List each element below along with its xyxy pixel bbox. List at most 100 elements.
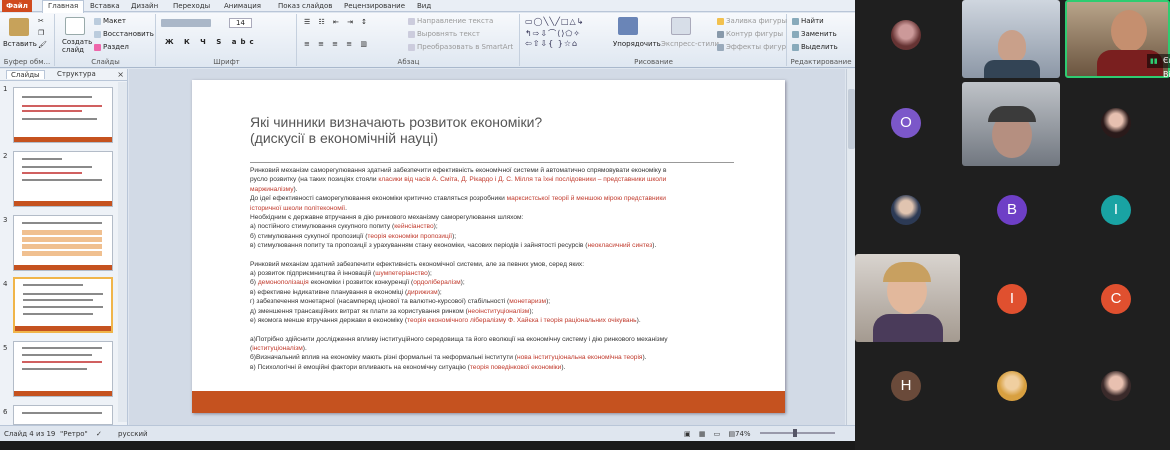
slide-thumbnail[interactable] [13, 151, 113, 207]
new-slide-icon[interactable] [65, 17, 85, 35]
participant-photo[interactable] [1101, 108, 1131, 138]
font-size-select[interactable]: 14 [229, 18, 252, 28]
participant-photo[interactable] [997, 371, 1027, 401]
reset-button[interactable]: Восстановить [94, 30, 154, 38]
participant-photo[interactable] [1101, 371, 1131, 401]
section-button[interactable]: Раздел [94, 43, 129, 51]
highlight-run: класики від часів А. Сміта, Д. Рікардо і… [378, 176, 667, 184]
replace-button[interactable]: Заменить [792, 30, 837, 38]
participant-video[interactable] [962, 0, 1060, 78]
spellcheck-icon[interactable]: ✓ [96, 430, 102, 438]
paragraph-line: (інституціоналізм). [250, 344, 750, 353]
paragraph-line: б) демонополізація економіки і розвиток … [250, 278, 750, 287]
vertical-scrollbar[interactable] [846, 69, 855, 425]
tab-outline[interactable]: Структура [57, 70, 96, 78]
participant-avatar[interactable]: O [891, 108, 921, 138]
tab-design[interactable]: Дизайн [131, 1, 158, 11]
slide-title[interactable]: Які чинники визначають розвиток економік… [250, 114, 542, 146]
text-direction-button[interactable]: Направление текста [408, 17, 493, 25]
thumb-line [23, 299, 93, 301]
thumb-line [23, 306, 103, 308]
shapes-gallery-row2[interactable]: ↰⇨⇩⌒⟨⟩⬠✧ [525, 28, 581, 39]
tab-review[interactable]: Рецензирование [344, 1, 405, 11]
tab-insert[interactable]: Вставка [90, 1, 120, 11]
zoom-slider-thumb[interactable] [793, 429, 797, 437]
slide-canvas[interactable]: Які чинники визначають розвиток економік… [192, 80, 785, 413]
zoom-level[interactable]: 74% [735, 430, 751, 438]
text-run: е) якомога менше втручання держави в еко… [250, 317, 408, 325]
shape-effects-label: Эффекты фигур [726, 43, 787, 51]
shape-outline-label: Контур фигуры [726, 30, 784, 38]
participant-avatar[interactable]: H [891, 371, 921, 401]
arrange-icon[interactable] [618, 17, 638, 35]
shape-outline-button[interactable]: Контур фигуры [717, 30, 783, 38]
slide-thumbnail[interactable] [13, 215, 113, 271]
slide-number: 3 [3, 216, 8, 224]
cut-icon[interactable]: ✂ [38, 17, 44, 25]
participant-avatar[interactable]: I [1101, 195, 1131, 225]
language-indicator[interactable]: русский [118, 430, 148, 438]
participant-photo[interactable] [891, 20, 921, 50]
tab-slideshow[interactable]: Показ слайдов [278, 1, 332, 11]
slide-thumbnail-selected[interactable] [13, 277, 113, 333]
find-button[interactable]: Найти [792, 17, 824, 25]
participant-video[interactable] [962, 82, 1060, 166]
shapes-gallery-row3[interactable]: ⇦⇧⇩{ }☆⌂ [525, 39, 578, 48]
copy-icon[interactable]: ❐ [38, 29, 44, 37]
smartart-button[interactable]: Преобразовать в SmartArt [408, 43, 513, 51]
participant-avatar[interactable]: C [1101, 284, 1131, 314]
slide-number: 5 [3, 344, 8, 352]
font-style-buttons[interactable]: Ж К Ч S abc [165, 38, 258, 46]
tab-home[interactable]: Главная [42, 0, 85, 13]
participant-avatar[interactable]: B [997, 195, 1027, 225]
new-slide-button[interactable]: Создать слайд [62, 38, 96, 54]
close-icon[interactable]: × [117, 70, 124, 79]
highlight-run: неоінституціоналізм [467, 307, 530, 315]
shape-effects-button[interactable]: Эффекты фигур [717, 43, 786, 51]
participant-avatar[interactable]: I [997, 284, 1027, 314]
title-line: (дискусії в економічній науці) [250, 130, 439, 146]
paste-button[interactable]: Вставить [3, 40, 37, 48]
align-text-button[interactable]: Выровнять текст [408, 30, 480, 38]
text-run: ). [293, 185, 298, 193]
paste-icon[interactable] [9, 18, 29, 36]
slide-thumbnail[interactable] [13, 341, 113, 397]
text-run: в) Психологічні й емоційні фактори вплив… [250, 363, 470, 371]
tab-view[interactable]: Вид [417, 1, 431, 11]
text-run: в) ефективне індикативне планування в ек… [250, 288, 408, 296]
thumb-line [23, 293, 103, 295]
ribbon: Вставить ✂ ❐ 🖌 Буфер обм... Создать слай… [0, 13, 855, 68]
arrange-button[interactable]: Упорядочить [613, 40, 661, 48]
shapes-gallery[interactable]: ▭◯╲╲╱□△↳ [525, 17, 584, 26]
group-paragraph: ☰ ☷ ⇤ ⇥ ↕ ≡ ≡ ≡ ≡ ▥ Направление текста В… [298, 14, 520, 66]
participant-photo[interactable] [891, 195, 921, 225]
file-tab[interactable]: Файл [2, 0, 32, 12]
tab-animation[interactable]: Анимация [224, 1, 261, 11]
powerpoint-window: Файл Главная Вставка Дизайн Переходы Ани… [0, 0, 855, 450]
highlight-run: історичної школи політекономії [250, 204, 346, 212]
font-family-select[interactable] [161, 19, 211, 27]
slide-body[interactable]: Ринковий механізм саморегулювання здатни… [250, 166, 750, 372]
align-buttons[interactable]: ≡ ≡ ≡ ≡ ▥ [304, 40, 370, 48]
group-label: Рисование [634, 58, 673, 66]
layout-button[interactable]: Макет [94, 17, 126, 25]
shape-fill-button[interactable]: Заливка фигуры [717, 17, 787, 25]
zoom-slider[interactable] [760, 432, 835, 434]
select-button[interactable]: Выделить [792, 43, 838, 51]
view-buttons[interactable]: ▣ ▦ ▭ ▤ [684, 430, 738, 438]
thumb-line [22, 110, 82, 112]
participant-video[interactable] [855, 254, 960, 342]
panel-scrollbar[interactable] [118, 82, 127, 422]
quick-styles-button[interactable]: Экспресс-стили [661, 40, 719, 48]
text-run: економіки і розвиток конкуренції ( [308, 279, 414, 287]
tab-transitions[interactable]: Переходы [173, 1, 210, 11]
quick-styles-icon[interactable] [671, 17, 691, 35]
select-label: Выделить [801, 43, 838, 51]
slide-thumbnail[interactable] [13, 405, 113, 425]
slide-thumbnail[interactable] [13, 87, 113, 143]
smartart-label: Преобразовать в SmartArt [417, 43, 514, 51]
format-painter-icon[interactable]: 🖌 [38, 41, 47, 49]
scroll-thumb[interactable] [848, 89, 855, 149]
list-buttons[interactable]: ☰ ☷ ⇤ ⇥ ↕ [304, 18, 370, 26]
tab-slides-panel[interactable]: Слайды [6, 70, 45, 79]
